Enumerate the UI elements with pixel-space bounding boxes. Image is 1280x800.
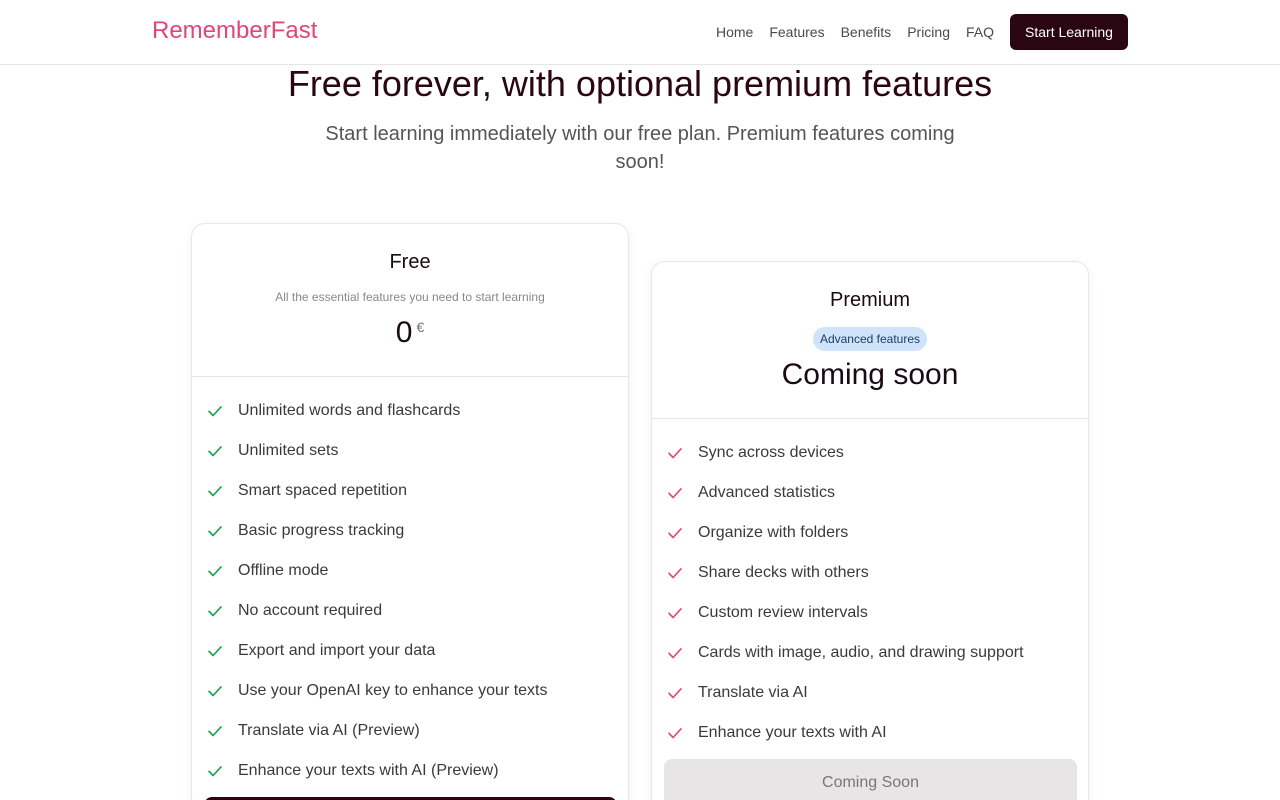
feature-label: Enhance your texts with AI (Preview) — [238, 762, 499, 779]
price-amount: 0 — [395, 316, 413, 349]
feature-item: Export and import your data — [206, 631, 628, 671]
feature-label: Basic progress tracking — [238, 522, 405, 539]
feature-item: Translate via AI (Preview) — [206, 711, 628, 751]
check-icon — [208, 726, 222, 737]
free-feature-list: Unlimited words and flashcards Unlimited … — [192, 377, 628, 791]
feature-item: Custom review intervals — [666, 593, 1088, 633]
feature-item: Translate via AI — [666, 673, 1088, 713]
page-title: Free forever, with optional premium feat… — [287, 63, 993, 104]
premium-plan-name: Premium — [829, 289, 910, 311]
feature-label: Unlimited words and flashcards — [238, 402, 461, 419]
feature-label: Organize with folders — [698, 524, 849, 541]
top-navbar: RememberFast Home Features Benefits Pric… — [0, 0, 1280, 65]
price-currency: € — [416, 319, 425, 335]
feature-label: Export and import your data — [238, 642, 436, 659]
feature-item: Cards with image, audio, and drawing sup… — [666, 633, 1088, 673]
feature-label: Unlimited sets — [238, 442, 339, 459]
check-icon — [208, 406, 222, 417]
check-icon — [668, 608, 682, 619]
feature-label: Smart spaced repetition — [238, 482, 407, 499]
nav-link-features[interactable]: Features — [769, 24, 824, 40]
feature-label: Custom review intervals — [698, 604, 868, 621]
feature-label: Share decks with others — [698, 564, 869, 581]
advanced-features-badge: Advanced features — [813, 327, 927, 351]
check-icon — [208, 446, 222, 457]
check-icon — [208, 766, 222, 777]
feature-label: Translate via AI — [698, 684, 808, 701]
feature-label: No account required — [238, 602, 383, 619]
check-icon — [208, 526, 222, 537]
start-learning-button[interactable]: Start Learning — [1010, 14, 1128, 50]
logo[interactable]: RememberFast — [152, 17, 317, 45]
feature-item: Enhance your texts with AI (Preview) — [206, 751, 628, 791]
check-icon — [668, 728, 682, 739]
nav-link-benefits[interactable]: Benefits — [841, 24, 892, 40]
check-icon — [208, 566, 222, 577]
check-icon — [668, 488, 682, 499]
feature-item: Smart spaced repetition — [206, 471, 628, 511]
nav-link-pricing[interactable]: Pricing — [907, 24, 950, 40]
premium-feature-list: Sync across devices Advanced statistics Or… — [652, 419, 1088, 753]
free-plan-name: Free — [389, 251, 431, 273]
check-icon — [208, 646, 222, 657]
premium-plan-header: Premium Advanced features Coming soon — [652, 262, 1088, 419]
page-subtitle: Start learning immediately with our free… — [325, 123, 955, 173]
check-icon — [668, 448, 682, 459]
free-plan-header: Free All the essential features you need… — [192, 224, 628, 377]
premium-status: Coming soon — [781, 358, 959, 391]
feature-label: Translate via AI (Preview) — [238, 722, 420, 739]
check-icon — [208, 686, 222, 697]
feature-label: Advanced statistics — [698, 484, 835, 501]
coming-soon-button: Coming Soon — [664, 759, 1077, 800]
check-icon — [208, 486, 222, 497]
feature-item: Use your OpenAI key to enhance your text… — [206, 671, 628, 711]
feature-item: Basic progress tracking — [206, 511, 628, 551]
check-icon — [668, 688, 682, 699]
free-plan-price: 0 € — [192, 316, 628, 350]
check-icon — [668, 528, 682, 539]
premium-plan-card: Premium Advanced features Coming soon Sy… — [651, 261, 1089, 800]
nav-links: Home Features Benefits Pricing FAQ — [716, 24, 994, 40]
free-plan-card: Free All the essential features you need… — [191, 223, 629, 800]
feature-item: No account required — [206, 591, 628, 631]
feature-item: Organize with folders — [666, 513, 1088, 553]
nav-link-faq[interactable]: FAQ — [966, 24, 994, 40]
feature-label: Use your OpenAI key to enhance your text… — [238, 682, 548, 699]
nav-link-home[interactable]: Home — [716, 24, 753, 40]
feature-item: Advanced statistics — [666, 473, 1088, 513]
feature-label: Sync across devices — [698, 444, 844, 461]
free-plan-description: All the essential features you need to s… — [275, 290, 545, 304]
feature-label: Cards with image, audio, and drawing sup… — [698, 644, 1024, 661]
feature-item: Sync across devices — [666, 433, 1088, 473]
feature-item: Enhance your texts with AI — [666, 713, 1088, 753]
feature-item: Unlimited words and flashcards — [206, 391, 628, 431]
feature-label: Offline mode — [238, 562, 329, 579]
check-icon — [208, 606, 222, 617]
feature-item: Offline mode — [206, 551, 628, 591]
feature-item: Unlimited sets — [206, 431, 628, 471]
check-icon — [668, 648, 682, 659]
check-icon — [668, 568, 682, 579]
feature-item: Share decks with others — [666, 553, 1088, 593]
feature-label: Enhance your texts with AI — [698, 724, 887, 741]
